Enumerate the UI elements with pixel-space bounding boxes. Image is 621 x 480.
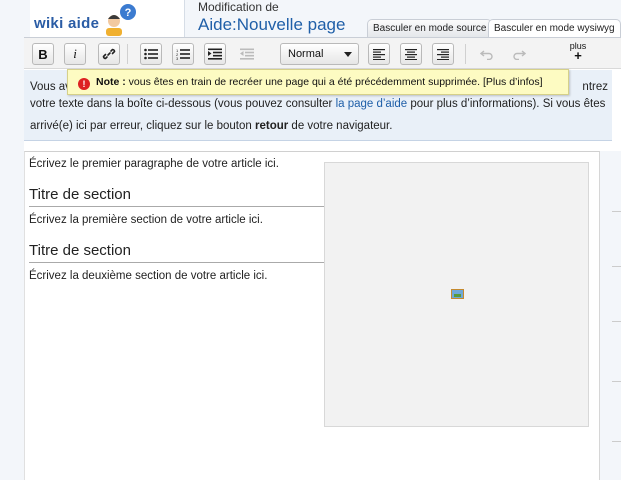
paragraph-format-select[interactable]: Normal — [280, 43, 359, 65]
bullet-list-button[interactable] — [140, 43, 162, 65]
align-center-icon — [405, 48, 417, 60]
indent-icon — [208, 48, 222, 60]
notice-line3-before: arrivé(e) ici par erreur, cliquez sur le… — [30, 120, 255, 132]
align-right-icon — [437, 48, 449, 60]
help-page-link[interactable]: la page d’aide — [336, 98, 408, 110]
page-header: wiki aide ? Modification de Aide:Nouvell… — [0, 0, 621, 38]
notice-back-button-word: retour — [255, 120, 289, 132]
warning-icon: ! — [78, 78, 90, 90]
divider — [612, 441, 621, 442]
paragraph-intro[interactable]: Écrivez le premier paragraphe de votre a… — [29, 157, 330, 171]
divider — [612, 211, 621, 212]
paragraph-format-value: Normal — [288, 48, 324, 60]
redo-icon — [513, 50, 526, 60]
edit-label: Modification de — [198, 0, 279, 14]
align-right-button[interactable] — [432, 43, 454, 65]
notice-line2-after: pour plus d’informations). Si vous êtes — [407, 98, 606, 110]
logo-text: wiki aide — [34, 15, 100, 32]
more-tools-button[interactable]: plus + — [563, 41, 593, 63]
header-separator — [184, 0, 185, 37]
right-sidebar-strip — [600, 151, 621, 480]
divider — [612, 321, 621, 322]
tab-source-mode[interactable]: Basculer en mode source — [367, 19, 493, 38]
undo-button[interactable] — [476, 43, 498, 65]
image-placeholder[interactable] — [324, 162, 589, 427]
editor-toolbar: B i 123 Normal plus + — [24, 37, 621, 69]
section-text-2[interactable]: Écrivez la deuxième section de votre art… — [29, 269, 330, 283]
chevron-down-icon — [344, 52, 352, 57]
notice-line1-start: Vous av — [30, 81, 71, 93]
link-icon — [102, 48, 116, 60]
divider — [612, 266, 621, 267]
indent-button[interactable] — [204, 43, 226, 65]
outdent-icon — [240, 48, 254, 60]
svg-text:3: 3 — [176, 56, 179, 60]
notice-line2-before: votre texte dans la boîte ci-dessous (vo… — [30, 98, 336, 110]
page-title: Aide:Nouvelle page — [198, 15, 346, 34]
logo-figure-icon: ? — [106, 4, 136, 36]
section-heading-1[interactable]: Titre de section — [29, 185, 330, 207]
left-sidebar-strip — [0, 0, 24, 480]
undo-icon — [480, 50, 493, 60]
italic-button[interactable]: i — [64, 43, 86, 65]
tooltip-text[interactable]: vous êtes en train de recréer une page q… — [126, 76, 543, 88]
logo-badge: ? — [125, 7, 132, 19]
align-center-button[interactable] — [400, 43, 422, 65]
section-text-1[interactable]: Écrivez la première section de votre art… — [29, 213, 330, 227]
bullet-list-icon — [144, 48, 158, 60]
editor-content[interactable]: Écrivez le premier paragraphe de votre a… — [29, 157, 330, 283]
plus-icon: + — [574, 48, 582, 63]
align-left-icon — [373, 48, 385, 60]
tab-wysiwyg-mode[interactable]: Basculer en mode wysiwyg — [488, 19, 621, 38]
toolbar-divider — [127, 44, 128, 64]
notice-line-2: votre texte dans la boîte ci-dessous (vo… — [30, 93, 608, 116]
redo-button[interactable] — [508, 43, 530, 65]
outdent-button[interactable] — [236, 43, 258, 65]
recreate-warning-tooltip: ! Note : vous êtes en train de recréer un… — [67, 69, 569, 95]
toolbar-divider — [465, 44, 466, 64]
notice-line3-after: de votre navigateur. — [288, 120, 393, 132]
numbered-list-button[interactable]: 123 — [172, 43, 194, 65]
wiki-logo[interactable]: wiki aide ? — [30, 0, 184, 37]
link-button[interactable] — [98, 43, 120, 65]
image-icon — [451, 289, 464, 299]
section-heading-2[interactable]: Titre de section — [29, 241, 330, 263]
notice-line-3: arrivé(e) ici par erreur, cliquez sur le… — [30, 115, 608, 138]
divider — [612, 381, 621, 382]
align-left-button[interactable] — [368, 43, 390, 65]
tooltip-note-label: Note : — [96, 76, 126, 88]
numbered-list-icon: 123 — [176, 48, 190, 60]
bold-button[interactable]: B — [32, 43, 54, 65]
